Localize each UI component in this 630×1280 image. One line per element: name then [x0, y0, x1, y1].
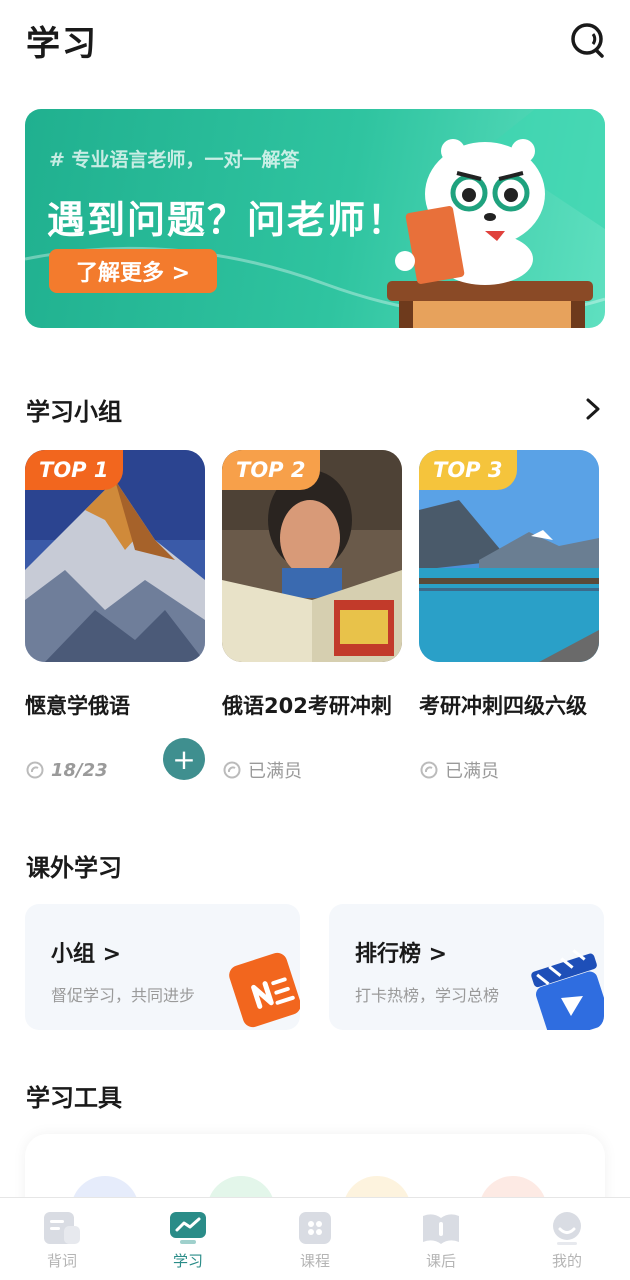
members-icon — [223, 761, 241, 779]
leaderboard-card-desc: 打卡热榜，学习总榜 — [355, 986, 500, 1005]
tab-study[interactable]: 学习 — [148, 1198, 228, 1280]
group-card-3[interactable]: TOP 3 考研冲刺四级六级 已满员 — [419, 450, 599, 790]
tab-label: 课后 — [425, 1252, 456, 1270]
study-chart-icon — [170, 1212, 206, 1244]
group-cover-lake: TOP 3 — [419, 450, 599, 662]
courses-icon — [299, 1212, 331, 1244]
groups-card[interactable]: 小组 > 督促学习，共同进步 — [25, 904, 300, 1030]
banner-subtitle: # 专业语言老师，一对一解答 — [49, 149, 300, 171]
tab-courses[interactable]: 课程 — [275, 1198, 355, 1280]
group-cover-reader: TOP 2 — [222, 450, 402, 662]
tab-label: 背词 — [46, 1252, 77, 1270]
group-name: 考研冲刺四级六级 — [419, 694, 587, 718]
group-status: 已满员 — [445, 761, 499, 782]
study-groups-title: 学习小组 — [26, 398, 122, 426]
rank-badge: TOP 2 — [222, 450, 320, 490]
tab-after-class[interactable]: 课后 — [401, 1198, 481, 1280]
bottom-tab-bar: 背词 学习 课程 课后 我的 — [0, 1197, 630, 1280]
tab-vocabulary[interactable]: 背词 — [22, 1198, 102, 1280]
teacher-mascot-illustration — [387, 109, 605, 328]
extracurricular-title: 课外学习 — [26, 854, 122, 882]
learn-more-button[interactable]: 了解更多 > — [49, 249, 217, 293]
group-meta: 已满员 — [419, 750, 599, 790]
study-tools-title: 学习工具 — [26, 1084, 122, 1112]
chevron-right-icon[interactable] — [582, 396, 604, 422]
leaderboard-card[interactable]: 排行榜 > 打卡热榜，学习总榜 — [329, 904, 604, 1030]
search-button[interactable] — [568, 20, 608, 60]
ask-teacher-banner[interactable]: # 专业语言老师，一对一解答 遇到问题？问老师！ 了解更多 > — [25, 109, 605, 328]
group-card-1[interactable]: TOP 1 惬意学俄语 18/23 + — [25, 450, 205, 790]
leaderboard-card-title: 排行榜 > — [355, 942, 448, 967]
group-status: 已满员 — [248, 761, 302, 782]
notes-icon — [229, 952, 300, 1028]
tab-label: 我的 — [551, 1252, 582, 1270]
groups-card-desc: 督促学习，共同进步 — [51, 986, 196, 1005]
group-card-2[interactable]: TOP 2 俄语202考研冲刺 已满员 — [222, 450, 402, 790]
group-name: 俄语202考研冲刺 — [222, 694, 392, 718]
group-cover-mountain: TOP 1 — [25, 450, 205, 662]
profile-face-icon — [553, 1212, 581, 1245]
tab-label: 学习 — [172, 1252, 203, 1270]
groups-card-title: 小组 > — [51, 942, 122, 967]
member-count: 18/23 — [51, 759, 108, 781]
members-icon — [420, 761, 438, 779]
tab-label: 课程 — [299, 1252, 330, 1270]
group-meta: 已满员 — [222, 750, 402, 790]
rank-badge: TOP 3 — [419, 450, 517, 490]
tab-profile[interactable]: 我的 — [527, 1198, 607, 1280]
vocabulary-icon — [44, 1212, 80, 1244]
members-icon — [26, 761, 44, 779]
clapperboard-icon — [531, 949, 604, 1030]
group-name: 惬意学俄语 — [25, 694, 130, 718]
rank-badge: TOP 1 — [25, 450, 123, 490]
book-icon — [423, 1214, 459, 1244]
join-group-button[interactable]: + — [163, 738, 205, 780]
page-title: 学习 — [26, 24, 98, 64]
search-icon — [571, 23, 604, 58]
